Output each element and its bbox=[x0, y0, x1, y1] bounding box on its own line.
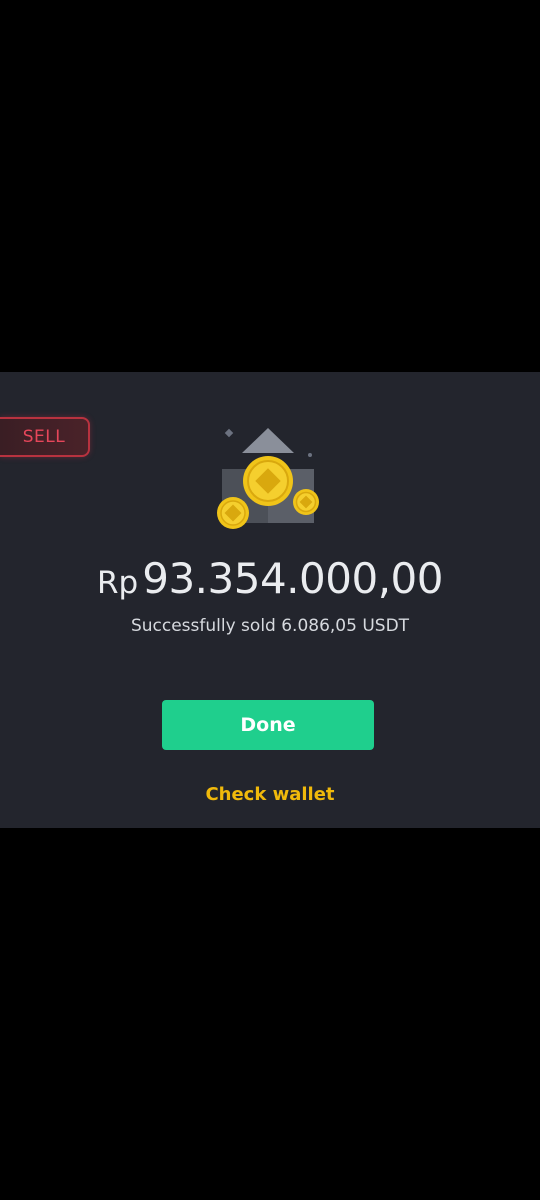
sell-badge-label: SELL bbox=[22, 427, 66, 447]
success-message: Successfully sold 6.086,05 USDT bbox=[130, 616, 410, 636]
currency-symbol: Rp bbox=[97, 565, 139, 601]
received-amount: Rp93.354.000,00 bbox=[0, 554, 540, 603]
sell-success-dialog: SELL Rp93.354.000,00 Successfully sold 6… bbox=[0, 372, 540, 828]
amount-value: 93.354.000,00 bbox=[142, 554, 443, 603]
coins-wallet-illustration-icon bbox=[217, 428, 319, 529]
screen: SELL Rp93.354.000,00 Successfully sold 6… bbox=[0, 0, 540, 1200]
check-wallet-link[interactable]: Check wallet bbox=[0, 784, 540, 805]
sell-badge: SELL bbox=[0, 417, 90, 457]
done-button[interactable]: Done bbox=[162, 700, 374, 750]
